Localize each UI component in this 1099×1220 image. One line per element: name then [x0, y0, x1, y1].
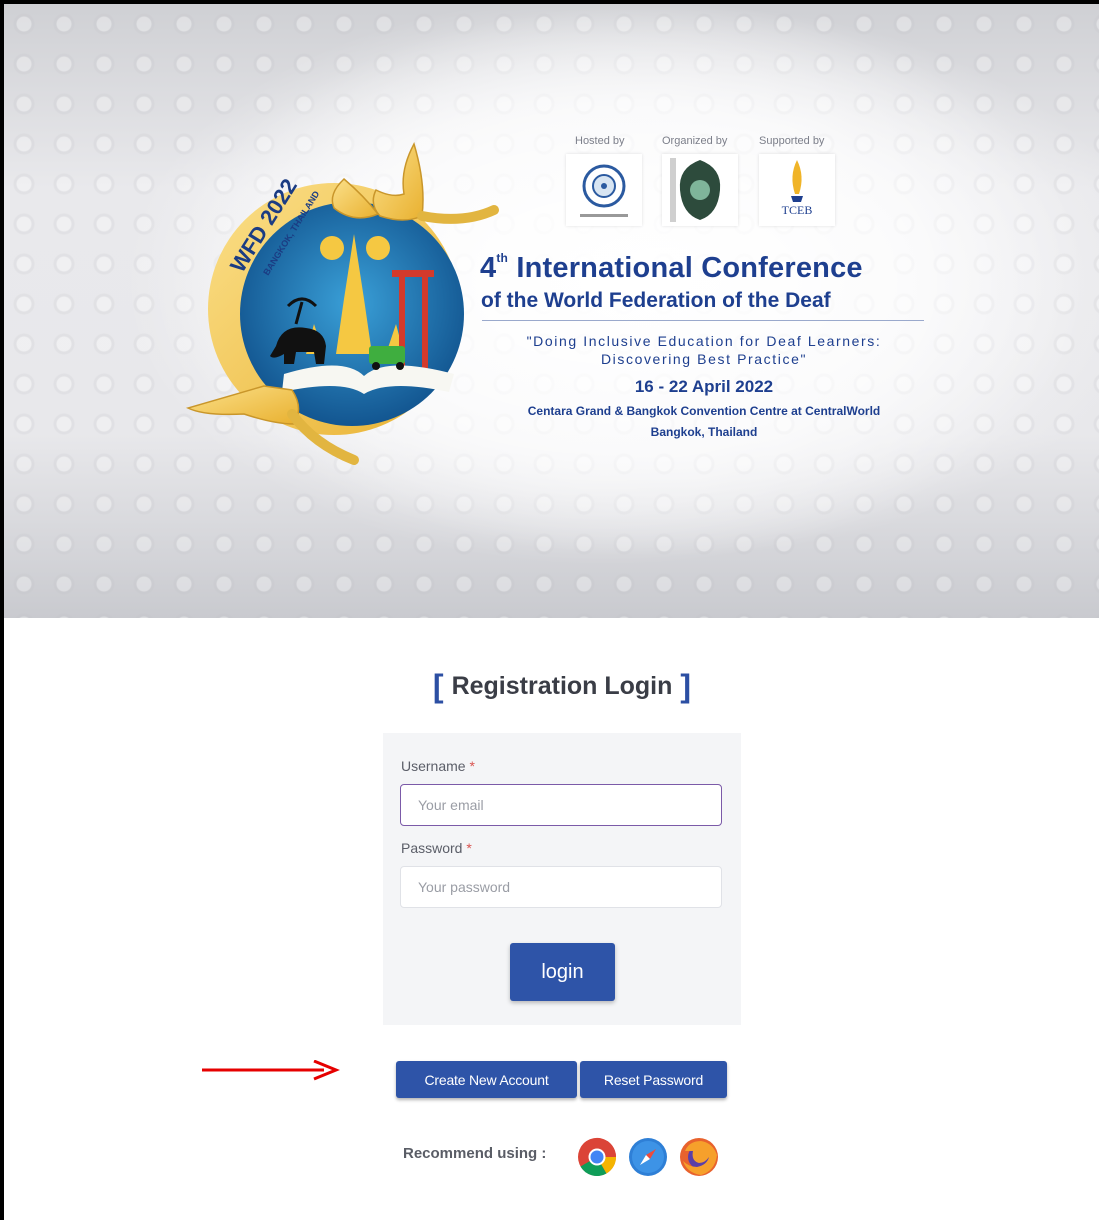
conference-city: Bangkok, Thailand — [650, 425, 758, 439]
conference-subtitle: of the World Federation of the Deaf — [481, 289, 831, 312]
organized-by-label: Organized by — [662, 135, 728, 147]
chrome-icon — [578, 1137, 617, 1177]
organizer-logo — [662, 154, 738, 226]
hosted-by-label: Hosted by — [575, 135, 625, 147]
conference-venue: Centara Grand & Bangkok Convention Centr… — [527, 404, 881, 418]
recommend-label: Recommend using : — [403, 1145, 547, 1162]
create-new-account-button[interactable]: Create New Account — [396, 1061, 577, 1098]
host-logo — [566, 154, 642, 226]
login-button[interactable]: login — [510, 943, 615, 1001]
tuktuk — [369, 346, 405, 364]
annotation-arrow — [202, 1060, 340, 1081]
supported-by-label: Supported by — [759, 135, 825, 147]
reset-password-button[interactable]: Reset Password — [580, 1061, 727, 1098]
username-input[interactable] — [400, 784, 722, 826]
password-input[interactable] — [400, 866, 722, 908]
tceb-logo: TCEB — [759, 154, 835, 226]
firefox-icon — [680, 1138, 718, 1176]
page-title: [Registration Login] — [432, 668, 692, 704]
wfd-2022-emblem: WFD 2022 BANGKOK, THAILAND — [185, 142, 499, 465]
conference-banner: WFD 2022 BANGKOK, THAILAND Hosted by Org… — [4, 4, 1099, 618]
top-hand — [372, 142, 424, 221]
title-divider — [482, 320, 924, 321]
conference-title: 4th International Conference — [480, 251, 863, 284]
tceb-logo-text: TCEB — [782, 203, 813, 217]
username-label: Username * — [401, 758, 475, 774]
sign-hand-right — [366, 236, 390, 260]
password-label: Password * — [401, 840, 472, 856]
bottom-hand — [185, 385, 300, 425]
conference-date: 16 - 22 April 2022 — [634, 377, 774, 396]
sign-hand-left — [320, 236, 344, 260]
conference-theme: "Doing Inclusive Education for Deaf Lear… — [526, 333, 882, 367]
login-form: Username * Password * login — [383, 733, 741, 1025]
safari-icon — [629, 1138, 667, 1176]
